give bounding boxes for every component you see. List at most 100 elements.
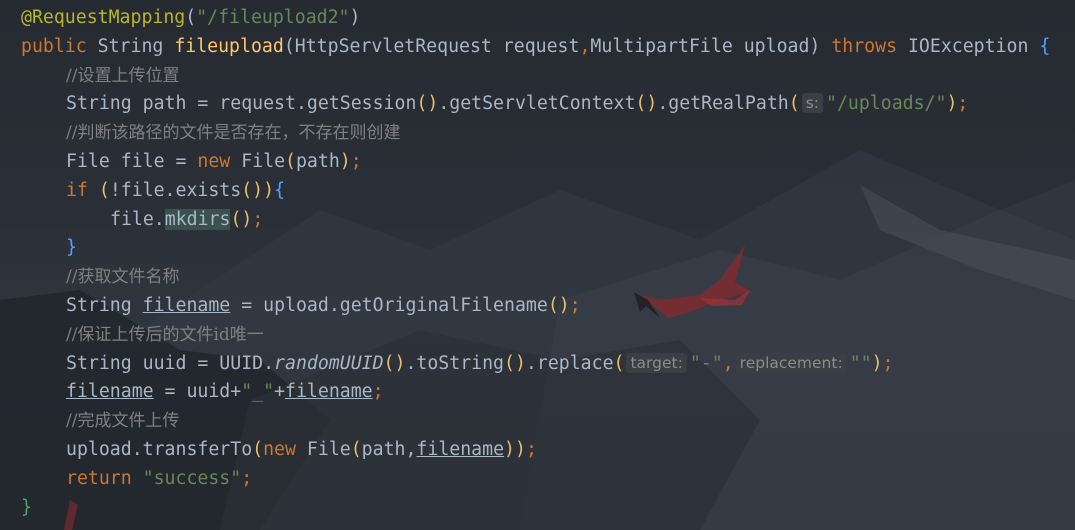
params-token: MultipartFile upload bbox=[590, 35, 810, 57]
code-line-9[interactable]: } bbox=[21, 234, 1075, 263]
comment-token: //完成文件上传 bbox=[66, 411, 180, 432]
code-token: upload.transferTo bbox=[66, 438, 253, 460]
paren-token: () bbox=[547, 294, 570, 316]
code-line-16[interactable]: upload.transferTo(new File(path,filename… bbox=[21, 436, 1075, 465]
code-token: .replace bbox=[525, 352, 614, 374]
code-line-1[interactable]: @RequestMapping("/fileupload2") bbox=[21, 4, 1075, 33]
code-token: = upload.getOriginalFilename bbox=[230, 294, 548, 316]
code-token: .getServletContext bbox=[438, 93, 636, 115]
brace-token: } bbox=[21, 496, 32, 518]
keyword-token: new bbox=[263, 438, 296, 460]
code-line-13[interactable]: String uuid = UUID.randomUUID().toString… bbox=[21, 350, 1075, 379]
comment-token: //设置上传位置 bbox=[66, 65, 180, 86]
keyword-token: public bbox=[21, 35, 87, 57]
semicolon-token: ; bbox=[569, 294, 581, 316]
highlighted-method-token: mkdirs bbox=[164, 208, 231, 230]
code-line-11[interactable]: String filename = upload.getOriginalFile… bbox=[21, 292, 1075, 321]
code-line-2[interactable]: public String fileupload(HttpServletRequ… bbox=[21, 33, 1075, 62]
keyword-token: throws bbox=[820, 35, 908, 57]
code-line-12[interactable]: //保证上传后的文件id唯一 bbox=[21, 321, 1075, 350]
string-token: "/fileupload2" bbox=[196, 7, 350, 28]
paren-token: () bbox=[416, 93, 439, 115]
annotation-token: @RequestMapping bbox=[21, 7, 186, 28]
brace-token: } bbox=[66, 237, 77, 259]
code-token: + bbox=[274, 381, 286, 403]
brace-token: { bbox=[274, 179, 286, 201]
semicolon-token: ; bbox=[882, 352, 894, 374]
paren-token: ) bbox=[809, 35, 821, 57]
string-token: "_" bbox=[241, 381, 275, 403]
string-token: "" bbox=[849, 352, 872, 374]
code-line-17[interactable]: return "success"; bbox=[21, 465, 1075, 494]
code-line-3[interactable]: //设置上传位置 bbox=[21, 62, 1075, 91]
exception-token: IOException bbox=[907, 35, 1040, 57]
inlay-hint: replacement: bbox=[735, 352, 847, 373]
paren-token: ( bbox=[252, 438, 264, 460]
code-line-8[interactable]: file.mkdirs(); bbox=[21, 206, 1075, 235]
type-token: String bbox=[86, 35, 175, 57]
code-editor[interactable]: @RequestMapping("/fileupload2") public S… bbox=[0, 0, 1075, 530]
code-token: String path = request.getSession bbox=[66, 93, 417, 115]
paren-token: ( bbox=[350, 438, 362, 460]
semicolon-token: ; bbox=[350, 150, 362, 172]
type-token: File bbox=[295, 438, 351, 460]
paren-token: ( bbox=[285, 150, 296, 172]
variable-token: filename bbox=[66, 381, 154, 403]
code-line-5[interactable]: //判断该路径的文件是否存在，不存在则创建 bbox=[21, 119, 1075, 148]
semicolon-token: ; bbox=[252, 208, 264, 230]
semicolon-token: ; bbox=[241, 467, 253, 489]
code-token: = uuid+ bbox=[153, 381, 242, 403]
semicolon-token: ; bbox=[957, 93, 969, 115]
comment-token: //判断该路径的文件是否存在，不存在则创建 bbox=[66, 123, 401, 144]
code-token: path bbox=[295, 150, 340, 172]
code-line-14[interactable]: filename = uuid+"_"+filename; bbox=[21, 378, 1075, 407]
paren-token: ) bbox=[871, 352, 883, 374]
semicolon-token: ; bbox=[372, 381, 384, 403]
paren-token: ) bbox=[514, 438, 526, 460]
code-token: path, bbox=[361, 438, 417, 460]
variable-token: filename bbox=[142, 294, 231, 316]
string-token: "success" bbox=[142, 467, 242, 489]
code-line-18[interactable]: } bbox=[21, 494, 1075, 523]
inlay-hint: s: bbox=[801, 93, 823, 114]
code-token: File file = bbox=[66, 150, 198, 172]
method-name-token: fileupload bbox=[174, 35, 284, 57]
paren-token: ) bbox=[263, 179, 275, 201]
code-line-4[interactable]: String path = request.getSession().getSe… bbox=[21, 90, 1075, 119]
code-line-10[interactable]: //获取文件名称 bbox=[21, 263, 1075, 292]
type-token: File bbox=[230, 150, 286, 172]
comment-token: //保证上传后的文件id唯一 bbox=[66, 324, 264, 345]
paren-token: ( bbox=[613, 352, 625, 374]
paren-token: () bbox=[383, 352, 406, 374]
paren-token: ( bbox=[788, 93, 800, 115]
paren-token: () bbox=[635, 93, 658, 115]
semicolon-token: ; bbox=[525, 438, 537, 460]
code-line-15[interactable]: //完成文件上传 bbox=[21, 407, 1075, 436]
paren-token: ) bbox=[349, 7, 361, 28]
code-token: !file.exists bbox=[109, 179, 242, 201]
keyword-token: new bbox=[197, 150, 231, 172]
paren-token: ) bbox=[946, 93, 958, 115]
paren-token: () bbox=[241, 179, 264, 201]
params-token: HttpServletRequest request bbox=[294, 35, 580, 57]
brace-token: { bbox=[1039, 35, 1051, 57]
paren-token: ) bbox=[339, 150, 351, 172]
code-token: .getRealPath bbox=[657, 93, 789, 115]
comma-token: , bbox=[722, 352, 734, 374]
paren-token: ) bbox=[504, 438, 515, 460]
variable-token: filename bbox=[416, 438, 505, 460]
comment-token: //获取文件名称 bbox=[66, 267, 180, 288]
code-line-7[interactable]: if (!file.exists()){ bbox=[21, 177, 1075, 206]
static-method-token: randomUUID bbox=[274, 352, 384, 374]
code-line-6[interactable]: File file = new File(path); bbox=[21, 148, 1075, 177]
code-token: String uuid = UUID. bbox=[66, 352, 275, 374]
code-token: String bbox=[66, 294, 143, 316]
paren-token: () bbox=[504, 352, 526, 374]
variable-token: filename bbox=[285, 381, 373, 403]
paren-token: ( bbox=[283, 35, 295, 57]
paren-token: ( bbox=[98, 179, 110, 201]
code-token: .toString bbox=[405, 352, 505, 374]
code-area[interactable]: @RequestMapping("/fileupload2") public S… bbox=[21, 4, 1075, 522]
